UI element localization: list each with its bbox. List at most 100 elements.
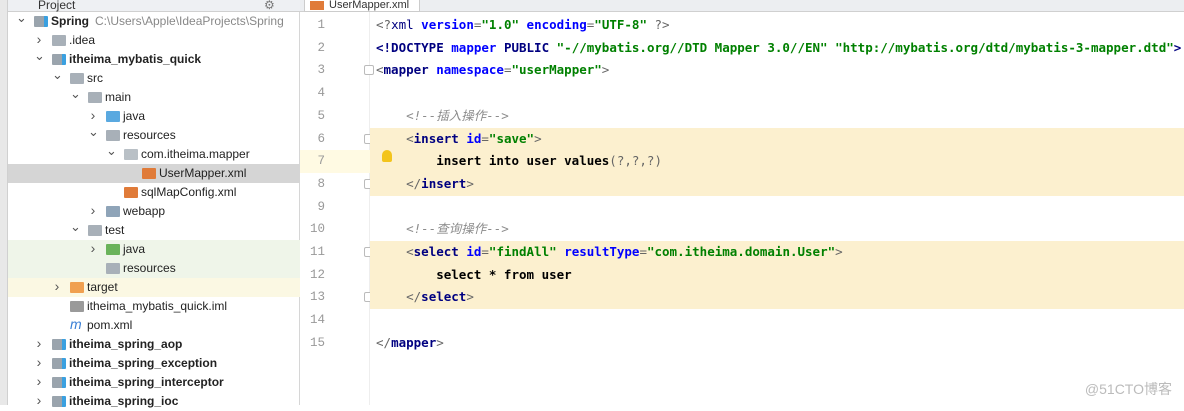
project-path: C:\Users\Apple\IdeaProjects\Spring [95,14,284,28]
chevron-right-icon[interactable]: › [34,353,44,372]
code-line[interactable]: </mapper> [370,332,1184,355]
chevron-down-icon[interactable]: ⌄ [70,84,81,103]
code-token: (?,?,?) [609,153,662,169]
code-token: = [639,244,647,259]
module-icon [52,377,66,388]
chevron-down-icon[interactable]: ⌄ [34,46,45,65]
code-token: "userMapper" [511,62,602,78]
code-line[interactable]: <!--插入操作--> [370,105,1184,128]
chevron-right-icon[interactable]: › [34,391,44,410]
line-number: 2 [317,40,325,55]
editor-gutter[interactable]: 1 2 3 4 5 6 7 8 9 10 11 12 13 14 15 [300,10,374,405]
tree-item[interactable]: sqlMapConfig.xml [8,183,300,202]
tree-item[interactable]: resources [8,259,300,278]
code-token: > [466,175,474,191]
tree-item[interactable]: itheima_mybatis_quick.iml [8,297,300,316]
tree-item[interactable]: › webapp [8,202,300,221]
code-token: mapper [391,334,437,350]
code-line[interactable]: select * from user [370,263,1184,287]
tree-item[interactable]: › java [8,107,300,126]
chevron-right-icon[interactable]: › [88,239,98,258]
tree-item[interactable]: ⌄ Spring C:\Users\Apple\IdeaProjects\Sprin… [8,10,300,31]
line-number: 13 [309,290,325,305]
tree-item[interactable]: ⌄ src [8,67,300,88]
project-tree: ⌄ Spring C:\Users\Apple\IdeaProjects\Sprin… [8,10,300,411]
chevron-down-icon[interactable]: ⌄ [52,65,63,84]
code-token: "UTF-8" [594,17,655,32]
chevron-down-icon[interactable]: ⌄ [106,141,117,160]
code-line[interactable] [370,196,1184,219]
xml-icon [124,187,138,198]
tree-item-label: test [105,223,125,237]
tree-item[interactable]: › itheima_spring_ioc [8,392,300,411]
code-line[interactable] [370,82,1184,105]
module-icon [52,396,66,407]
tree-item[interactable]: ⌄ main [8,86,300,107]
gear-icon[interactable]: ⚙ [264,0,275,12]
folder-icon [52,35,66,46]
res-folder-icon [106,130,120,141]
chevron-down-icon[interactable]: ⌄ [70,217,81,236]
chevron-right-icon[interactable]: › [34,372,44,391]
excluded-folder-icon [70,282,84,293]
code-line[interactable]: insert into user values(?,?,?) [370,150,1184,173]
tab-label: UserMapper.xml [329,0,410,11]
code-line[interactable] [370,309,1184,332]
tree-item[interactable]: › itheima_spring_interceptor [8,373,300,392]
code-line[interactable]: <!--查询操作--> [370,218,1184,241]
code-token: </ [406,175,422,191]
code-token: mapper [451,39,504,55]
tree-item-label: itheima_spring_aop [69,337,183,351]
code-token: "save" [488,130,535,146]
tree-item-label: itheima_spring_exception [69,356,218,370]
lightbulb-icon[interactable] [382,150,392,162]
code-editor[interactable]: <?xml version="1.0" encoding="UTF-8" ?> <… [370,10,1184,405]
tree-item[interactable]: › itheima_spring_aop [8,335,300,354]
code-line[interactable]: <mapper namespace="userMapper"> [370,59,1184,82]
iml-icon [70,301,84,312]
code-token: select * from user [376,266,572,282]
chevron-right-icon[interactable]: › [34,334,44,353]
tree-item[interactable]: ⌄ test [8,219,300,240]
line-number: 14 [309,313,325,328]
tab-usermapper-xml[interactable]: UserMapper.xml [304,0,420,12]
tree-item-label: webapp [123,204,166,218]
tree-item-text: itheima_spring_interceptor [69,373,224,392]
editor-tab-bar: UserMapper.xml [300,0,1184,12]
folder-icon [70,73,84,84]
chevron-down-icon[interactable]: ⌄ [88,122,99,141]
tree-item[interactable]: › .idea [8,31,300,50]
code-line[interactable]: <!DOCTYPE mapper PUBLIC "-//mybatis.org/… [370,37,1184,60]
code-line[interactable]: </insert> [370,172,1184,196]
src-folder-icon [106,111,120,122]
chevron-right-icon[interactable]: › [88,201,98,220]
tree-item[interactable]: › target [8,278,300,297]
tree-item[interactable]: m pom.xml [8,316,300,335]
code-line[interactable]: <select id="findAll" resultType="com.ith… [370,241,1184,264]
left-tool-strip[interactable] [0,0,8,405]
code-line[interactable]: </select> [370,286,1184,310]
code-line[interactable]: <insert id="save"> [370,127,1184,151]
tree-item[interactable]: ⌄ com.itheima.mapper [8,143,300,164]
line-number: 3 [317,63,325,78]
line-number: 10 [309,222,325,237]
chevron-right-icon[interactable]: › [52,277,62,296]
tree-item-label: com.itheima.mapper [141,147,250,161]
code-token: > [466,289,474,305]
module-icon [34,16,48,27]
code-token: "1.0" [481,17,527,32]
code-token: > [436,334,444,350]
code-line[interactable]: <?xml version="1.0" encoding="UTF-8" ?> [370,14,1184,37]
tree-item-label: sqlMapConfig.xml [141,185,237,199]
project-panel-title[interactable]: Project [38,0,75,12]
code-token: </ [376,334,392,350]
tree-item[interactable]: ⌄ resources [8,124,300,145]
tree-item-label: java [123,242,146,256]
tree-item-label: src [87,71,103,85]
tree-item[interactable]: UserMapper.xml [8,164,300,183]
tree-item[interactable]: › itheima_spring_exception [8,354,300,373]
tree-item[interactable]: › java [8,240,300,259]
code-token: version [421,17,474,32]
tree-item-text: test [105,221,124,240]
